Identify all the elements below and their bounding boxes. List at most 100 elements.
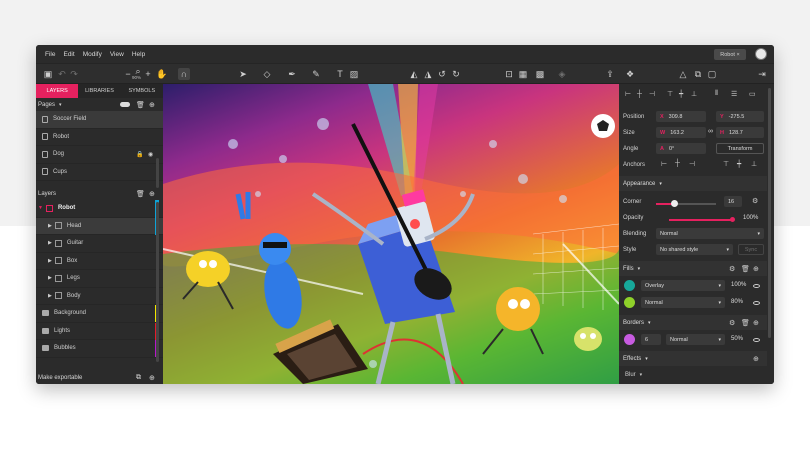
layer-item-body[interactable]: ▶ Body — [36, 288, 163, 305]
delete-fill-icon[interactable]: 🗑 — [741, 265, 750, 273]
image-tool-icon[interactable]: ▨ — [348, 68, 360, 80]
menu-help[interactable]: Help — [132, 51, 145, 58]
fills-section[interactable]: Fills ▾ ⚙ 🗑 ⊕ — [619, 261, 767, 276]
border-opacity-value[interactable]: 50% — [731, 336, 743, 342]
shape-tool-icon[interactable]: ◇ — [261, 68, 273, 80]
align-bottom-icon[interactable]: ⊥ — [691, 90, 697, 98]
anchor-right-icon[interactable]: ⊣ — [689, 160, 695, 168]
component-icon[interactable]: ❖ — [624, 68, 636, 80]
expand-icon[interactable]: ▼ — [38, 205, 43, 211]
delete-border-icon[interactable]: 🗑 — [741, 319, 750, 327]
rotate-left-icon[interactable]: ↺ — [436, 68, 448, 80]
effects-section[interactable]: Effects ▾ ⊕ — [619, 351, 767, 366]
align-left-icon[interactable]: ⊢ — [625, 90, 631, 98]
hidden-eye-icon[interactable]: ◉ — [148, 151, 153, 158]
menu-modify[interactable]: Modify — [83, 51, 102, 58]
delete-layer-icon[interactable]: 🗑 — [136, 190, 145, 198]
page-item[interactable]: Soccer Field — [36, 111, 163, 129]
opacity-slider[interactable] — [669, 217, 735, 222]
eye-icon[interactable] — [753, 338, 760, 342]
zoom-in-icon[interactable]: + — [142, 68, 154, 80]
corner-slider-knob[interactable] — [671, 200, 678, 207]
zoom-level[interactable]: 90% — [132, 75, 141, 80]
menu-view[interactable]: View — [110, 51, 124, 58]
pencil-tool-icon[interactable]: ✎ — [310, 68, 322, 80]
collapse-icon[interactable]: ▶ — [48, 293, 52, 299]
fill-swatch[interactable] — [624, 280, 635, 291]
flip-horizontal-icon[interactable]: ◭ — [408, 68, 420, 80]
add-page-icon[interactable]: ⊕ — [149, 101, 155, 109]
save-icon[interactable]: ▣ — [42, 68, 54, 80]
arrange-icon[interactable]: ▩ — [534, 68, 546, 80]
layer-item-background[interactable]: Background — [36, 305, 163, 323]
fill-settings-icon[interactable]: ⚙ — [729, 265, 735, 273]
blur-row[interactable]: Blur ▾ — [619, 368, 767, 382]
collapse-icon[interactable]: ▶ — [48, 275, 52, 281]
document-tab[interactable]: Robot × — [714, 49, 746, 60]
blending-select[interactable]: Normal ▾ — [656, 228, 764, 239]
anchor-top-icon[interactable]: ⊤ — [723, 160, 729, 168]
magnet-icon[interactable]: ∩ — [178, 68, 190, 80]
distribute-v-icon[interactable]: ☰ — [731, 90, 737, 98]
flip-vertical-icon[interactable]: ◮ — [422, 68, 434, 80]
collapse-icon[interactable]: ▶ — [48, 258, 52, 264]
inspector-scrollbar[interactable] — [768, 88, 771, 338]
link-icon[interactable]: ∞ — [708, 128, 713, 135]
collapse-icon[interactable]: ▶ — [48, 240, 52, 246]
opacity-slider-knob[interactable] — [730, 217, 735, 222]
layer-item-robot[interactable]: ▼ Robot — [36, 200, 163, 218]
layer-item-bubbles[interactable]: Bubbles — [36, 340, 163, 358]
share-icon[interactable]: ⇥ — [756, 68, 768, 80]
page-item[interactable]: Robot — [36, 129, 163, 146]
position-x-field[interactable]: X 309.8 — [656, 111, 706, 122]
undo-icon[interactable]: ↶ — [56, 68, 68, 80]
add-layer-icon[interactable]: ⊕ — [149, 190, 155, 198]
redo-icon[interactable]: ↷ — [68, 68, 80, 80]
anchor-left-icon[interactable]: ⊢ — [661, 160, 667, 168]
fill-blend-select[interactable]: Overlay ▾ — [641, 280, 725, 291]
fill-swatch[interactable] — [624, 297, 635, 308]
layers-scrollbar[interactable] — [156, 202, 159, 362]
pages-toggle[interactable] — [120, 102, 130, 107]
align-center-icon[interactable]: ┼ — [637, 91, 642, 98]
eye-icon[interactable] — [753, 284, 760, 288]
layer-item-box[interactable]: ▶ Box — [36, 253, 163, 270]
rotate-right-icon[interactable]: ↻ — [450, 68, 462, 80]
tab-symbols[interactable]: SYMBOLS — [120, 84, 163, 98]
page-item[interactable]: Cups — [36, 164, 163, 181]
style-select[interactable]: No shared style ▾ — [656, 244, 733, 255]
text-tool-icon[interactable]: T — [334, 68, 346, 80]
sync-button[interactable]: Sync — [738, 244, 764, 255]
trash-icon[interactable]: 🗑 — [136, 101, 145, 109]
page-item[interactable]: Dog 🔒 ◉ — [36, 146, 163, 164]
layer-item-lights[interactable]: Lights — [36, 322, 163, 340]
angle-field[interactable]: A 0° — [656, 143, 706, 154]
border-swatch[interactable] — [624, 334, 635, 345]
opacity-value[interactable]: 100% — [743, 215, 758, 221]
align-right-icon[interactable]: ⊣ — [649, 90, 655, 98]
distribute-h-icon[interactable]: ⦀ — [715, 90, 718, 98]
pages-scrollbar[interactable] — [156, 158, 159, 188]
corner-settings-icon[interactable]: ⚙ — [752, 197, 758, 205]
appearance-section[interactable]: Appearance ▾ — [619, 176, 767, 191]
width-field[interactable]: W 163.2 — [656, 127, 706, 138]
anchor-vcenter-icon[interactable]: ┿ — [737, 160, 741, 168]
menu-edit[interactable]: Edit — [63, 51, 74, 58]
add-border-icon[interactable]: ⊕ — [753, 319, 759, 327]
preview-icon[interactable]: △ — [677, 68, 689, 80]
export-icon[interactable]: ⇪ — [604, 68, 616, 80]
align-top-icon[interactable]: ⊤ — [667, 90, 673, 98]
hand-tool-icon[interactable]: ✋ — [156, 68, 168, 80]
export-settings-icon[interactable]: ⧉ — [136, 374, 141, 382]
borders-section[interactable]: Borders ▾ ⚙ 🗑 ⊕ — [619, 315, 767, 330]
corner-slider[interactable] — [656, 200, 716, 207]
fill-opacity-value[interactable]: 80% — [731, 299, 743, 305]
anchor-hcenter-icon[interactable]: ┼ — [675, 160, 680, 167]
anchor-bottom-icon[interactable]: ⊥ — [751, 160, 757, 168]
fill-blend-select[interactable]: Normal ▾ — [641, 297, 725, 308]
group-icon[interactable]: ▦ — [517, 68, 529, 80]
add-export-icon[interactable]: ⊕ — [149, 374, 155, 382]
layer-item-head[interactable]: ▶ Head — [36, 199, 163, 235]
avatar[interactable] — [755, 48, 767, 60]
tab-libraries[interactable]: LIBRARIES — [78, 84, 121, 98]
